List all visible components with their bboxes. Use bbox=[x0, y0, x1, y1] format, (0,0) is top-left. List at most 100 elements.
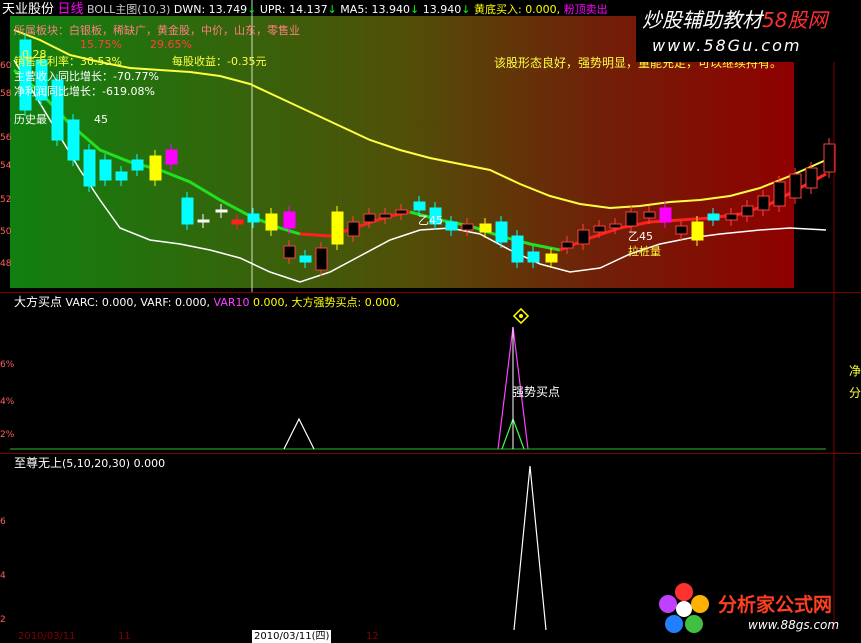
candle-body bbox=[527, 251, 540, 263]
kline-label-2: 拉桩量 bbox=[628, 245, 661, 258]
upr-value: 14.137 bbox=[289, 3, 328, 16]
candle-body bbox=[247, 213, 260, 223]
buy-value: 0.000, bbox=[525, 3, 561, 16]
sector-line: 所属板块：白银板，稀缺广，黄金股，中价，山东，零售业 bbox=[14, 24, 300, 37]
gross-margin: 销售毛利率：30.53% bbox=[14, 55, 122, 68]
netprofit-growth: 净利润同比增长：-619.08% bbox=[14, 85, 155, 98]
sub2-peak bbox=[513, 465, 547, 630]
candle-body bbox=[149, 155, 162, 181]
candle-body bbox=[331, 211, 344, 245]
candle-body bbox=[299, 255, 312, 263]
candle-body bbox=[545, 253, 558, 263]
watermark-88gs-url: www.88gs.com bbox=[748, 618, 840, 632]
watermark-58gu: 炒股辅助教材58股网 www.58Gu.com bbox=[636, 2, 861, 62]
candle-body bbox=[413, 201, 426, 211]
history-value: 45 bbox=[94, 113, 108, 126]
dwn-label: DWN: bbox=[173, 3, 206, 16]
candle-body bbox=[577, 229, 590, 245]
sub2-axis-2: 4 bbox=[0, 571, 6, 581]
period-label[interactable]: 日线 bbox=[58, 2, 84, 17]
date-label-1: 2010/03/11 bbox=[18, 631, 76, 642]
sub2-axis-1: 6 bbox=[0, 517, 6, 527]
sub1-axis-3: 2% bbox=[0, 430, 15, 440]
candle-body bbox=[99, 159, 112, 181]
buy-label: 黄底买入: bbox=[473, 3, 522, 16]
date-label-2: 11 bbox=[118, 631, 131, 642]
watermark-58gu-url: www.58Gu.com bbox=[652, 36, 802, 55]
candle-body bbox=[625, 211, 638, 227]
sub1-small-peak bbox=[283, 417, 315, 450]
watermark-58gu-text-2: 58股网 bbox=[762, 8, 828, 32]
revenue-growth: 主营收入同比增长：-70.77% bbox=[14, 70, 159, 83]
diamond-icon bbox=[512, 307, 530, 325]
candle-body bbox=[231, 219, 244, 225]
sub2-axis-3: 2 bbox=[0, 615, 6, 625]
candle-body bbox=[511, 235, 524, 263]
candle-body bbox=[315, 247, 328, 271]
candle-body bbox=[823, 143, 836, 173]
sub1-title[interactable]: 大方买点 bbox=[14, 295, 62, 309]
dwn-value: 13.749 bbox=[208, 3, 248, 16]
sub1-axis-1: 6% bbox=[0, 360, 15, 370]
date-cursor-highlight: 2010/03/11(四) bbox=[252, 630, 332, 643]
flower-logo-icon bbox=[659, 583, 709, 633]
candle-body bbox=[675, 225, 688, 235]
candle-body bbox=[609, 223, 622, 229]
strong-buy-annotation: 强势买点 bbox=[512, 385, 561, 399]
history-label: 历史最 bbox=[14, 113, 47, 126]
candle-body bbox=[643, 211, 656, 219]
watermark-88gs-text: 分析家公式网 bbox=[718, 594, 833, 616]
candle-body bbox=[757, 195, 770, 211]
candle-body bbox=[561, 241, 574, 249]
watermark-88gs: 分析家公式网 www.88gs.com bbox=[658, 578, 858, 640]
candle-body bbox=[165, 149, 178, 165]
candle-body bbox=[461, 223, 474, 231]
sell-label: 粉顶卖出 bbox=[563, 3, 608, 16]
candle-body bbox=[115, 171, 128, 181]
candle-body bbox=[789, 173, 802, 199]
info-fragment-3: 29.65% bbox=[150, 38, 192, 51]
eps: 每股收益：-0.35元 bbox=[172, 55, 267, 68]
sub1-right-label-1: 净 bbox=[849, 364, 861, 378]
candle-body bbox=[593, 225, 606, 233]
info-bar: 天业股份 日线 BOLL主图(10,3) DWN: 13.749↓ UPR: 1… bbox=[2, 2, 608, 17]
candle-body bbox=[479, 223, 492, 233]
candle-body bbox=[283, 245, 296, 259]
sub-panel-1[interactable]: 大方买点 VARC: 0.000, VARF: 0.000, VAR10 0.0… bbox=[0, 293, 861, 453]
candle-body bbox=[197, 219, 210, 223]
upr-label: UPR: bbox=[259, 3, 286, 16]
ma5-value: 13.940 bbox=[371, 3, 411, 16]
candle-body bbox=[707, 213, 720, 221]
sub2-header: 至尊无上(5,10,20,30) 0.000 bbox=[14, 456, 166, 471]
kline-label-3: 乙45 bbox=[418, 214, 443, 227]
candle-body bbox=[495, 221, 508, 243]
indicator-name[interactable]: BOLL主图(10,3) bbox=[87, 3, 170, 16]
candle-body bbox=[283, 211, 296, 229]
candle-body bbox=[347, 221, 360, 237]
sub2-title[interactable]: 至尊无上 bbox=[14, 456, 62, 470]
candle-body bbox=[741, 205, 754, 217]
candle-body bbox=[395, 209, 408, 215]
info-fragment-2: 15.75% bbox=[80, 38, 122, 51]
ma5-value-2: 13.940 bbox=[422, 3, 462, 16]
candle-body bbox=[445, 221, 458, 231]
sub-panel-1-svg bbox=[10, 293, 835, 453]
candle-body bbox=[265, 213, 278, 231]
ma5-label: MA5: bbox=[340, 3, 369, 16]
sub1-header: 大方买点 VARC: 0.000, VARF: 0.000, VAR10 0.0… bbox=[14, 295, 400, 310]
candle-body bbox=[691, 221, 704, 241]
sub1-right-label-2: 分 bbox=[849, 386, 861, 400]
candle-body bbox=[131, 159, 144, 171]
candle-body bbox=[805, 167, 818, 189]
candle-body bbox=[83, 149, 96, 187]
candle-body bbox=[659, 207, 672, 223]
kline-label-1: 乙45 bbox=[628, 230, 653, 243]
date-label-3: 12 bbox=[366, 631, 379, 642]
candle-body bbox=[379, 213, 392, 219]
sub1-axis-2: 4% bbox=[0, 397, 15, 407]
candle-body bbox=[67, 119, 80, 161]
candle-body bbox=[363, 213, 376, 223]
candle-body bbox=[725, 213, 738, 221]
stock-name[interactable]: 天业股份 bbox=[2, 2, 54, 17]
candle-body bbox=[773, 181, 786, 207]
